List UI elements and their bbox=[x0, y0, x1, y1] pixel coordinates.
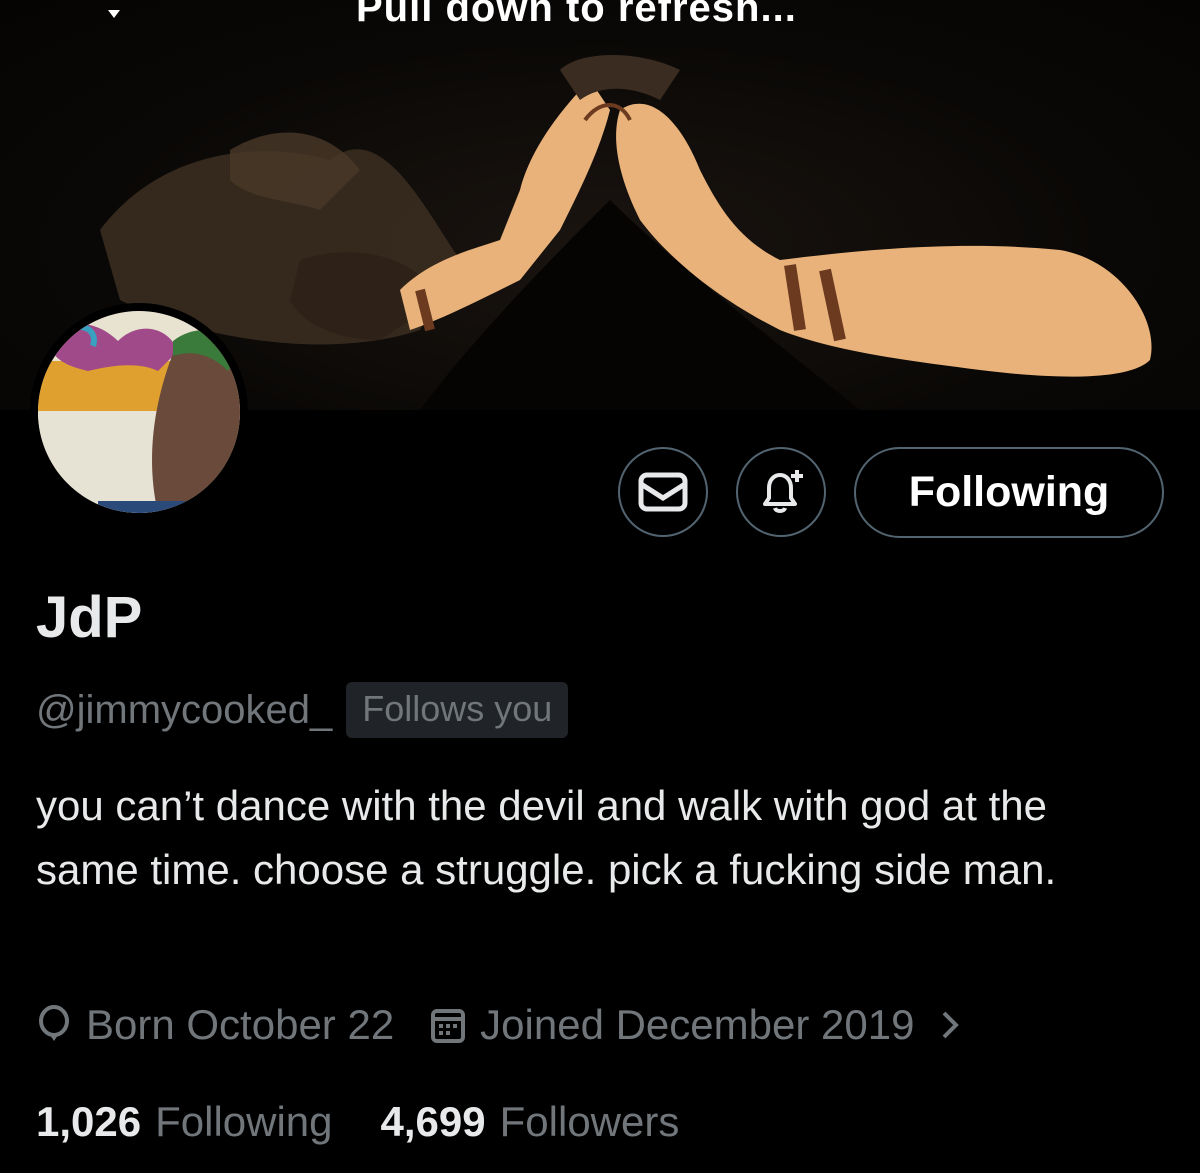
following-label[interactable]: Following bbox=[155, 1098, 332, 1146]
joined-text: Joined December 2019 bbox=[480, 1001, 915, 1048]
followers-label[interactable]: Followers bbox=[500, 1098, 680, 1146]
balloon-icon bbox=[39, 1005, 69, 1041]
follows-you-badge: Follows you bbox=[346, 682, 569, 738]
followers-count[interactable]: 4,699 bbox=[381, 1098, 486, 1146]
user-handle: @jimmycooked_ bbox=[36, 687, 333, 732]
joined-item[interactable]: Joined December 2019 bbox=[430, 1001, 962, 1049]
pull-to-refresh-text: Pull down to refresh... bbox=[356, 0, 797, 30]
message-button[interactable] bbox=[618, 447, 708, 537]
following-button[interactable]: Following bbox=[854, 447, 1164, 538]
dropdown-caret-icon bbox=[108, 10, 120, 18]
envelope-icon bbox=[638, 472, 688, 512]
notifications-button[interactable] bbox=[736, 447, 826, 537]
profile-meta: Born October 22 Joined December 2019 bbox=[36, 1001, 962, 1049]
calendar-icon bbox=[431, 1009, 466, 1043]
handle-row: @jimmycooked_ Follows you bbox=[36, 682, 569, 738]
bell-plus-icon bbox=[763, 470, 803, 513]
avatar[interactable] bbox=[30, 303, 248, 521]
birthday-item: Born October 22 bbox=[36, 1001, 394, 1049]
avatar-image bbox=[38, 311, 240, 513]
birthday-text: Born October 22 bbox=[86, 1001, 395, 1048]
following-count[interactable]: 1,026 bbox=[36, 1098, 141, 1146]
chevron-right-icon bbox=[943, 1011, 960, 1039]
follow-stats: 1,026 Following 4,699 Followers bbox=[36, 1098, 727, 1146]
profile-bio: you can’t dance with the devil and walk … bbox=[36, 782, 1057, 893]
display-name: JdP bbox=[36, 585, 143, 650]
